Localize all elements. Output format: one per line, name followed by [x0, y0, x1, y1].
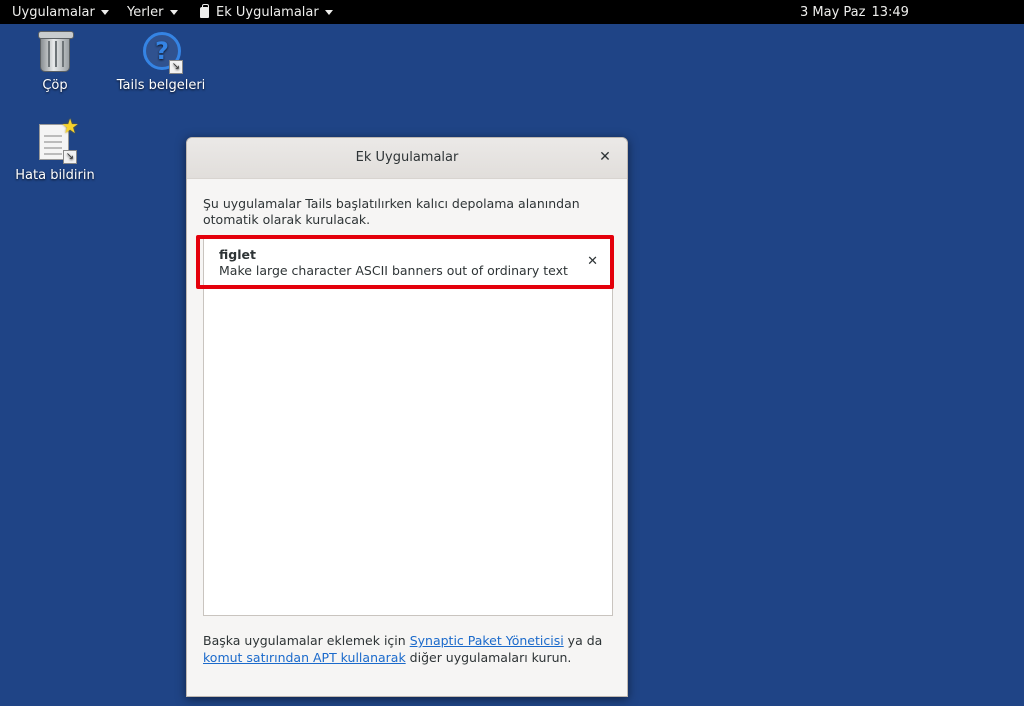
applications-menu-label: Uygulamalar — [12, 4, 95, 20]
synaptic-link[interactable]: Synaptic Paket Yöneticisi — [410, 633, 564, 648]
desktop-bug-report-label: Hata bildirin — [15, 168, 95, 183]
extra-apps-menu-label: Ek Uygulamalar — [216, 4, 319, 20]
footer-text-2: ya da — [563, 633, 603, 648]
app-name: figlet — [219, 247, 256, 262]
chevron-down-icon — [169, 9, 178, 15]
help-icon: ? ↘ — [141, 30, 183, 74]
top-bar: Uygulamalar Yerler Ek Uygulamalar 3 May … — [0, 0, 1024, 24]
desktop-tails-docs-label: Tails belgeleri — [116, 78, 206, 93]
desktop-bug-report[interactable]: ★ ↘ Hata bildirin — [5, 116, 105, 183]
bug-report-icon: ★ ↘ — [35, 116, 79, 164]
chevron-down-icon — [100, 9, 109, 15]
apt-command-line-link[interactable]: komut satırından APT kullanarak — [203, 650, 406, 665]
clock[interactable]: 3 May Paz 13:49 — [800, 0, 915, 24]
close-button[interactable]: ✕ — [597, 149, 613, 167]
additional-software-dialog: Ek Uygulamalar ✕ Şu uygulamalar Tails ba… — [186, 137, 628, 697]
desktop-tails-docs[interactable]: ? ↘ Tails belgeleri — [111, 30, 211, 93]
dialog-footer-text: Başka uygulamalar eklemek için Synaptic … — [203, 632, 613, 666]
close-icon: ✕ — [587, 254, 598, 269]
clock-time: 13:49 — [871, 4, 909, 20]
app-description: Make large character ASCII banners out o… — [219, 263, 568, 278]
applications-menu[interactable]: Uygulamalar — [0, 0, 109, 24]
dialog-intro-text: Şu uygulamalar Tails başlatılırken kalıc… — [203, 196, 580, 227]
places-menu[interactable]: Yerler — [115, 0, 178, 24]
extra-apps-menu[interactable]: Ek Uygulamalar — [188, 0, 333, 24]
clock-date: 3 May Paz — [800, 4, 866, 20]
footer-text-3: diğer uygulamaları kurun. — [405, 650, 572, 665]
dialog-titlebar[interactable]: Ek Uygulamalar ✕ — [187, 138, 627, 179]
desktop-trash[interactable]: Çöp — [5, 30, 105, 93]
package-icon — [200, 3, 209, 18]
remove-app-button[interactable]: ✕ — [587, 254, 598, 269]
trash-icon — [35, 30, 75, 74]
list-item[interactable]: figlet Make large character ASCII banner… — [204, 238, 612, 288]
dialog-title: Ek Uygulamalar — [355, 150, 459, 165]
footer-text-1: Başka uygulamalar eklemek için — [203, 633, 410, 648]
places-menu-label: Yerler — [127, 4, 164, 20]
app-list: figlet Make large character ASCII banner… — [203, 237, 613, 616]
desktop-trash-label: Çöp — [42, 78, 68, 93]
chevron-down-icon — [324, 9, 333, 15]
close-icon: ✕ — [599, 149, 611, 165]
